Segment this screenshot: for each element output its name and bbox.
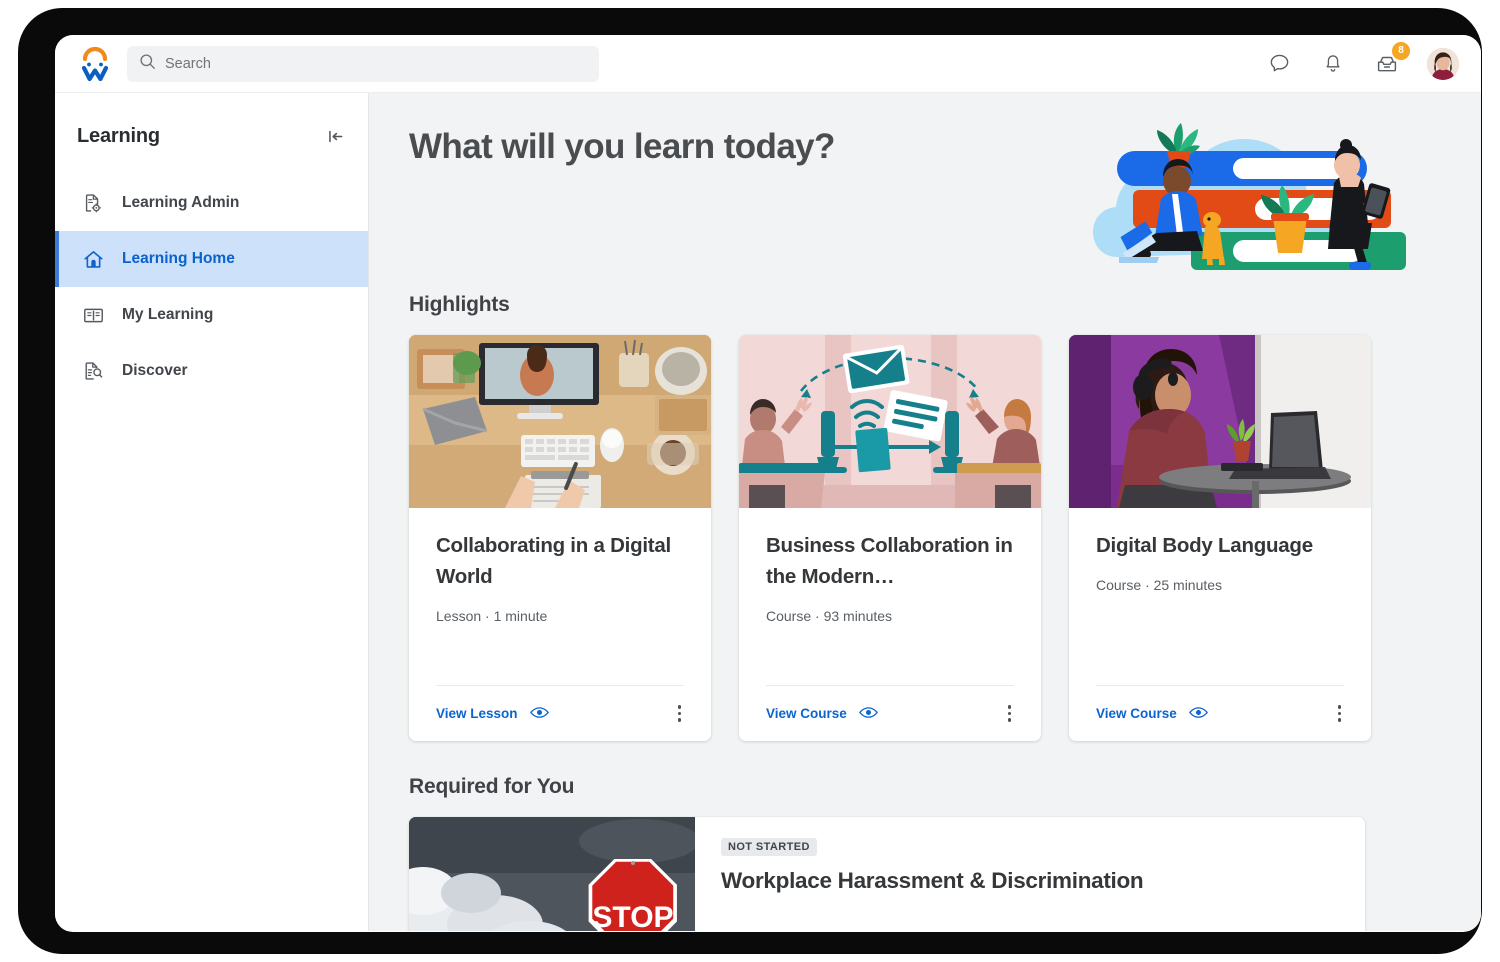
card-footer: View Course <box>766 685 1014 741</box>
sidebar-item-label: Discover <box>122 362 188 379</box>
view-course-link[interactable]: View Course <box>1096 706 1208 722</box>
top-navigation-bar: 8 <box>55 35 1481 93</box>
document-search-icon <box>81 359 105 383</box>
view-lesson-link[interactable]: View Lesson <box>436 706 549 722</box>
card-meta: Lesson · 1 minute <box>436 608 548 625</box>
collapse-panel-icon[interactable] <box>320 121 350 151</box>
avatar[interactable] <box>1427 47 1459 80</box>
main-content: What will you learn today? Highlights Co… <box>369 93 1481 931</box>
card-title: Collaborating in a Digital World <box>436 534 671 589</box>
highlight-card[interactable]: Digital Body Language Course · 25 minute… <box>1069 335 1371 741</box>
highlight-card[interactable]: Collaborating in a Digital World Lesson … <box>409 335 711 741</box>
workday-logo[interactable] <box>73 42 117 86</box>
app-window: 8 Learning <box>55 35 1481 932</box>
search-input[interactable] <box>165 45 587 82</box>
card-meta: Course · 25 minutes <box>1096 577 1223 594</box>
sidebar-item-label: Learning Home <box>122 250 235 267</box>
card-body: Business Collaboration in the Modern… Co… <box>739 508 1041 685</box>
stop-sign-stormy-sky-photo: STOP <box>409 817 695 931</box>
kebab-menu-icon[interactable] <box>675 699 685 728</box>
eye-icon <box>1188 706 1208 722</box>
card-meta: Course · 93 minutes <box>766 608 893 625</box>
highlights-card-row: Collaborating in a Digital World Lesson … <box>369 335 1481 741</box>
eye-icon <box>858 706 878 722</box>
notifications-bell-icon[interactable] <box>1319 50 1347 78</box>
woman-with-headphones-at-laptop-photo <box>1069 335 1371 508</box>
required-course-title: Workplace Harassment & Discrimination <box>721 868 1144 893</box>
open-book-icon <box>81 303 105 327</box>
sidebar-item-learning-home[interactable]: Learning Home <box>55 231 368 287</box>
status-badge: NOT STARTED <box>721 838 817 856</box>
card-title: Digital Body Language <box>1096 534 1313 557</box>
kebab-menu-icon[interactable] <box>1005 699 1015 728</box>
view-course-label: View Course <box>766 706 847 721</box>
view-course-label: View Course <box>1096 706 1177 721</box>
view-course-link[interactable]: View Course <box>766 706 878 722</box>
two-people-exchanging-email-illustration <box>739 335 1041 508</box>
sidebar-item-label: Learning Admin <box>122 194 240 211</box>
section-title-required: Required for You <box>409 775 575 798</box>
device-bezel: 8 Learning <box>18 8 1482 954</box>
topbar-actions: 8 <box>1265 41 1459 80</box>
card-body: Digital Body Language Course · 25 minute… <box>1069 508 1371 685</box>
card-footer: View Course <box>1096 685 1344 741</box>
section-title-highlights: Highlights <box>409 293 510 316</box>
search-bar[interactable] <box>127 45 599 82</box>
highlight-card[interactable]: Business Collaboration in the Modern… Co… <box>739 335 1041 741</box>
document-gear-icon <box>81 191 105 215</box>
required-course-card[interactable]: STOP NOT STARTED Workplace Harassment & … <box>409 817 1365 931</box>
eye-icon <box>529 706 549 722</box>
card-title: Business Collaboration in the Modern… <box>766 534 1013 589</box>
sidebar-nav: Learning Admin Learning Home My Learning… <box>55 175 368 399</box>
search-icon <box>139 53 156 75</box>
sidebar-header: Learning <box>55 109 368 157</box>
card-footer: View Lesson <box>436 685 684 741</box>
sidebar: Learning Learning Admin Learning Home My… <box>55 93 369 931</box>
view-lesson-label: View Lesson <box>436 706 518 721</box>
app-body: Learning Learning Admin Learning Home My… <box>55 93 1481 931</box>
desk-with-monitor-video-call-photo <box>409 335 711 508</box>
chat-icon[interactable] <box>1265 50 1293 78</box>
card-body: Collaborating in a Digital World Lesson … <box>409 508 711 685</box>
kebab-menu-icon[interactable] <box>1335 699 1345 728</box>
inbox-badge-count: 8 <box>1392 41 1410 60</box>
inbox-icon[interactable]: 8 <box>1373 41 1410 78</box>
sidebar-item-my-learning[interactable]: My Learning <box>55 287 368 343</box>
svg-text:STOP: STOP <box>592 901 673 931</box>
sidebar-title: Learning <box>77 124 160 147</box>
home-icon <box>81 247 105 271</box>
sidebar-item-learning-admin[interactable]: Learning Admin <box>55 175 368 231</box>
sidebar-item-discover[interactable]: Discover <box>55 343 368 399</box>
required-course-info: NOT STARTED Workplace Harassment & Discr… <box>695 817 1365 931</box>
people-reading-on-books-illustration <box>1081 99 1423 289</box>
hero-banner: What will you learn today? <box>369 93 1481 289</box>
sidebar-item-label: My Learning <box>122 306 214 323</box>
page-title: What will you learn today? <box>409 127 835 166</box>
